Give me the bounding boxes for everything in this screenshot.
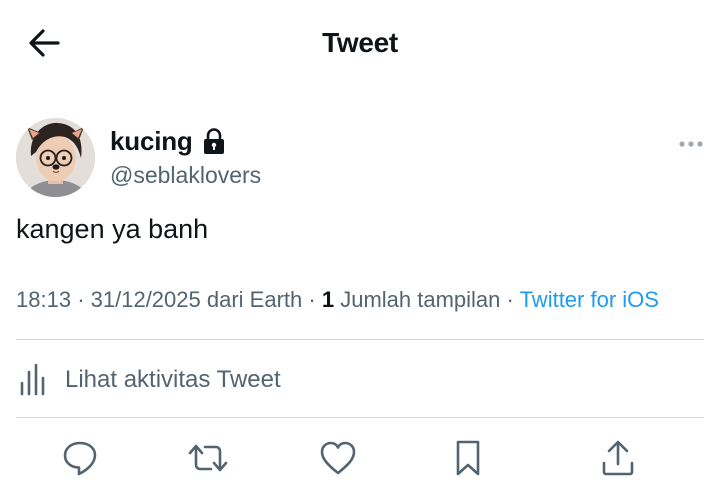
- lock-icon: [203, 128, 225, 155]
- views-label: Jumlah tampilan: [340, 287, 501, 312]
- tweet-actions: [0, 436, 720, 486]
- share-icon: [600, 439, 636, 482]
- tweet-time[interactable]: 18:13: [16, 287, 71, 312]
- retweet-button[interactable]: [186, 436, 230, 484]
- view-tweet-activity[interactable]: Lihat aktivitas Tweet: [16, 352, 281, 408]
- more-options-button[interactable]: [676, 134, 706, 154]
- tweet-text: kangen ya banh: [16, 214, 209, 244]
- tweet-meta: 18:13 · 31/12/2025 dari Earth · 1 Jumlah…: [16, 287, 659, 313]
- author-display-name[interactable]: kucing: [110, 126, 193, 157]
- meta-separator: ·: [77, 287, 85, 312]
- views-count: 1: [321, 287, 335, 312]
- activity-label: Lihat aktivitas Tweet: [65, 366, 281, 393]
- divider: [16, 339, 704, 340]
- more-horizontal-icon: [678, 135, 704, 153]
- bookmark-button[interactable]: [446, 436, 490, 484]
- author-name-row: kucing: [110, 126, 225, 157]
- like-button[interactable]: [316, 436, 360, 484]
- divider: [16, 417, 704, 418]
- meta-separator: ·: [506, 287, 514, 312]
- share-button[interactable]: [596, 436, 640, 484]
- meta-separator: ·: [308, 287, 316, 312]
- tweet-author: kucing @seblaklovers: [16, 118, 706, 198]
- page-title: Tweet: [322, 27, 398, 58]
- avatar[interactable]: [16, 118, 95, 197]
- bookmark-icon: [453, 439, 483, 482]
- tweet-source-link[interactable]: Twitter for iOS: [520, 287, 659, 312]
- analytics-icon: [16, 363, 50, 397]
- top-bar: Tweet: [0, 0, 720, 90]
- author-handle[interactable]: @seblaklovers: [110, 162, 261, 189]
- reply-icon: [61, 439, 99, 482]
- retweet-icon: [187, 439, 229, 482]
- tweet-date[interactable]: 31/12/2025: [91, 287, 201, 312]
- tweet-location: dari Earth: [206, 287, 303, 312]
- heart-icon: [319, 440, 357, 481]
- reply-button[interactable]: [58, 436, 102, 484]
